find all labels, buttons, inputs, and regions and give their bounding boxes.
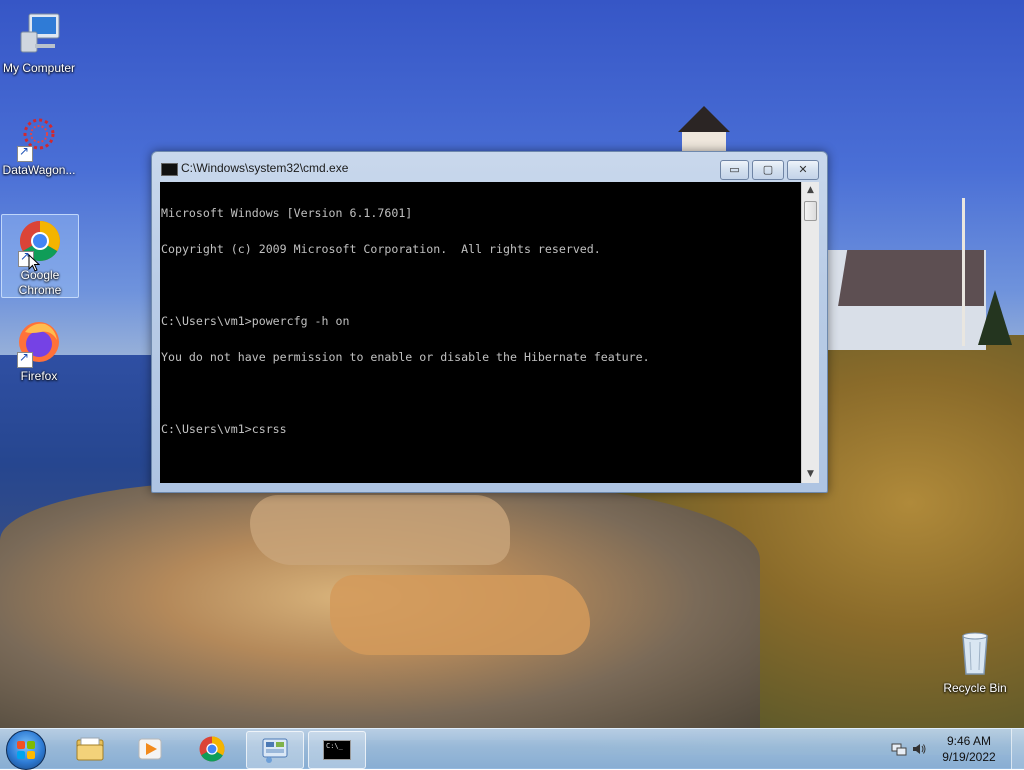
- console-line: You do not have permission to enable or …: [161, 350, 650, 364]
- start-button[interactable]: [6, 730, 46, 770]
- scroll-thumb[interactable]: [804, 201, 817, 221]
- console-area[interactable]: Microsoft Windows [Version 6.1.7601] Cop…: [160, 182, 819, 484]
- chrome-icon: [16, 217, 64, 267]
- taskbar-chrome-button[interactable]: [184, 731, 240, 767]
- console-line: Copyright (c) 2009 Microsoft Corporation…: [161, 242, 601, 256]
- desktop-icon-label: Google Chrome: [18, 268, 62, 297]
- clock-date: 9/19/2022: [942, 750, 996, 764]
- taskbar-control-panel-button[interactable]: [246, 731, 304, 769]
- taskbar: C:\_ 9:46 AM 9/19/2022: [0, 728, 1024, 770]
- maximize-button[interactable]: ▢: [752, 160, 784, 180]
- shortcut-arrow-icon: [17, 350, 33, 368]
- desktop-icon-my-computer[interactable]: My Computer: [1, 10, 77, 76]
- wallpaper-rock: [330, 575, 590, 655]
- mouse-cursor-icon: [28, 254, 40, 272]
- desktop-icon-recycle-bin[interactable]: Recycle Bin: [937, 630, 1013, 696]
- scroll-down-button[interactable]: ▼: [802, 466, 819, 483]
- volume-icon[interactable]: [911, 741, 927, 761]
- cmd-window-title: C:\Windows\system32\cmd.exe: [181, 161, 349, 175]
- cmd-titlebar[interactable]: C:\Windows\system32\cmd.exe ▭ ▢ ✕: [152, 152, 827, 182]
- computer-icon: [15, 10, 63, 58]
- console-line: C:\Users\vm1>csrss: [161, 422, 287, 436]
- cmd-window[interactable]: C:\Windows\system32\cmd.exe ▭ ▢ ✕ Micros…: [151, 151, 828, 493]
- cmd-window-icon: [161, 163, 178, 176]
- desktop-icon-label: My Computer: [2, 61, 76, 75]
- clock-time: 9:46 AM: [946, 734, 992, 748]
- shortcut-arrow-icon: [17, 144, 33, 162]
- chrome-icon: [199, 736, 225, 762]
- control-panel-icon: [262, 738, 288, 763]
- firefox-icon: [15, 318, 63, 368]
- windows-logo-icon: [17, 741, 35, 759]
- media-player-icon: [138, 738, 162, 760]
- desktop-icon-google-chrome[interactable]: Google Chrome: [1, 214, 79, 298]
- console-output[interactable]: Microsoft Windows [Version 6.1.7601] Cop…: [160, 182, 801, 484]
- close-button[interactable]: ✕: [787, 160, 819, 180]
- desktop-icon-label: Firefox: [20, 369, 58, 383]
- taskbar-explorer-button[interactable]: [62, 731, 118, 767]
- taskbar-cmd-button[interactable]: C:\_: [308, 731, 366, 769]
- console-line: Microsoft Windows [Version 6.1.7601]: [161, 206, 413, 220]
- scroll-up-button[interactable]: ▲: [802, 182, 819, 199]
- minimize-icon: ▭: [729, 163, 740, 176]
- datawagon-icon: [15, 112, 63, 162]
- recycle-bin-icon: [951, 630, 999, 678]
- network-icon[interactable]: [891, 741, 907, 761]
- close-icon: ✕: [798, 163, 808, 176]
- vertical-scrollbar[interactable]: ▲ ▼: [801, 182, 819, 483]
- desktop-icon-datawagon[interactable]: DataWagon...: [1, 112, 77, 178]
- wallpaper-flagpole: [962, 198, 965, 346]
- wallpaper-rock: [250, 495, 510, 565]
- taskbar-media-player-button[interactable]: [122, 731, 178, 767]
- taskbar-clock[interactable]: 9:46 AM 9/19/2022: [933, 733, 1005, 765]
- minimize-button[interactable]: ▭: [720, 160, 749, 180]
- console-line: C:\Users\vm1>powercfg -h on: [161, 314, 350, 328]
- cmd-icon: C:\_: [323, 740, 351, 760]
- desktop-icon-label: DataWagon...: [2, 163, 76, 177]
- folder-icon: [76, 737, 104, 761]
- desktop-icon-label: Recycle Bin: [943, 681, 1007, 695]
- show-desktop-button[interactable]: [1011, 729, 1024, 769]
- maximize-icon: ▢: [762, 163, 774, 176]
- desktop-icon-firefox[interactable]: Firefox: [1, 318, 77, 384]
- system-tray: 9:46 AM 9/19/2022: [884, 729, 1024, 769]
- wallpaper-lighthouse: [678, 106, 730, 152]
